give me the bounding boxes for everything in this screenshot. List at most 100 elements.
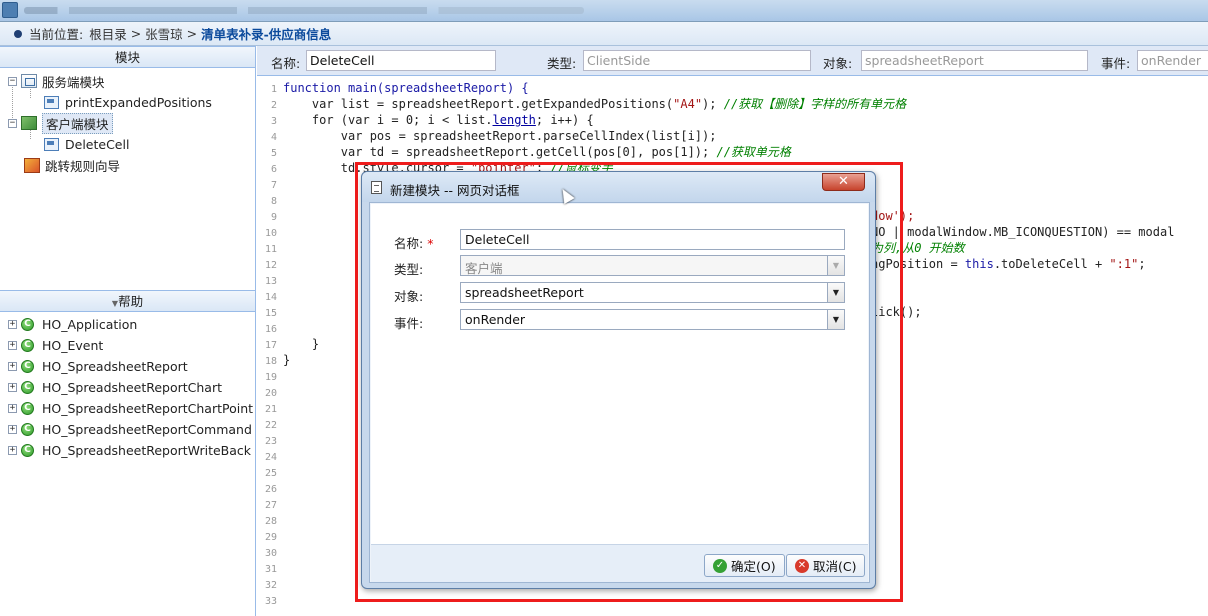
dialog-body: 名称: * DeleteCell 类型: 客户端 ▼ 对象: spreadshee… <box>369 202 870 583</box>
class-icon: C <box>21 444 34 457</box>
help-panel-title[interactable]: ▼帮助 <box>0 290 255 312</box>
dialog-name-label: 名称: * <box>394 236 434 251</box>
code-keyword: this <box>964 257 994 271</box>
code-text: .toDeleteCell + <box>993 257 1110 271</box>
module-tree: − 服务端模块 printExpandedPositions − 客户端模块 D… <box>0 68 255 290</box>
expand-toggle-icon[interactable]: + <box>8 362 17 371</box>
breadcrumb-user[interactable]: 张雪琼 <box>145 24 183 43</box>
expand-toggle-icon[interactable]: + <box>8 383 17 392</box>
collapse-toggle-icon[interactable]: − <box>8 76 17 86</box>
help-item-label: HO_SpreadsheetReportWriteBack <box>42 443 252 458</box>
expand-toggle-icon[interactable]: + <box>8 320 17 329</box>
code-text: } <box>283 337 320 351</box>
expand-toggle-icon[interactable]: + <box>8 404 17 413</box>
tree-node-client-modules[interactable]: − 客户端模块 <box>8 112 113 134</box>
folder-icon <box>21 74 37 88</box>
document-icon <box>371 181 382 194</box>
help-item-ho-spreadsheetreportwriteback[interactable]: + C HO_SpreadsheetReportWriteBack <box>8 440 251 461</box>
class-icon: C <box>21 423 34 436</box>
expand-toggle-icon[interactable]: + <box>8 446 17 455</box>
help-item-ho-spreadsheetreport[interactable]: + C HO_SpreadsheetReport <box>8 356 188 377</box>
wizard-icon <box>24 157 40 173</box>
tree-node-deletecell[interactable]: DeleteCell <box>44 134 129 154</box>
help-item-ho-spreadsheetreportchartpoint[interactable]: + C HO_SpreadsheetReportChartPoint <box>8 398 253 419</box>
code-property: length <box>492 113 536 127</box>
dialog-title: 新建模块 -- 网页对话框 <box>390 183 520 198</box>
module-panel: 模块 − 服务端模块 printExpandedPositions − 客户端模… <box>0 46 256 616</box>
tree-node-server-modules[interactable]: − 服务端模块 <box>8 71 105 91</box>
dialog-type-label: 类型: <box>394 262 424 277</box>
event-input: onRender <box>1137 50 1208 71</box>
collapse-toggle-icon[interactable]: − <box>8 118 17 128</box>
expand-toggle-icon[interactable]: + <box>8 341 17 350</box>
class-icon: C <box>21 402 34 415</box>
tree-node-label: 跳转规则向导 <box>45 158 121 174</box>
line-number: 33 <box>264 596 277 607</box>
breadcrumb-separator: > <box>182 26 202 41</box>
dialog-titlebar[interactable]: 新建模块 -- 网页对话框 ✕ <box>362 172 875 202</box>
class-icon: C <box>21 318 34 331</box>
help-item-ho-event[interactable]: + C HO_Event <box>8 335 103 356</box>
breadcrumb-separator: > <box>126 26 146 41</box>
code-text: ; i++) { <box>535 113 594 127</box>
code-text: ); <box>702 97 724 111</box>
check-icon: ✓ <box>713 558 727 573</box>
dialog-event-select[interactable]: onRender ▼ <box>460 309 845 330</box>
tree-node-label: DeleteCell <box>65 136 130 152</box>
cancel-button[interactable]: ✕ 取消(C) <box>786 554 866 577</box>
code-string: ":1" <box>1109 257 1139 271</box>
cancel-icon: ✕ <box>795 558 809 573</box>
new-module-dialog: 新建模块 -- 网页对话框 ✕ 名称: * DeleteCell 类型: 客户端 … <box>361 171 876 589</box>
dropdown-arrow-icon[interactable]: ▼ <box>827 310 844 329</box>
breadcrumb-current: 清单表补录-供应商信息 <box>201 27 332 42</box>
class-icon: C <box>21 381 34 394</box>
dialog-object-row: 对象: spreadsheetReport ▼ <box>371 282 868 304</box>
dialog-footer: ✓ 确定(O) ✕ 取消(C) <box>371 544 868 582</box>
dialog-form: 名称: * DeleteCell 类型: 客户端 ▼ 对象: spreadshee… <box>371 204 868 544</box>
dialog-event-value: onRender <box>465 312 526 327</box>
tree-node-label: 客户端模块 <box>42 112 113 134</box>
close-button[interactable]: ✕ <box>822 173 865 191</box>
dropdown-arrow-icon[interactable]: ▼ <box>827 283 844 302</box>
help-item-ho-spreadsheetreportcommand[interactable]: + C HO_SpreadsheetReportCommand <box>8 419 252 440</box>
help-item-label: HO_Event <box>42 338 104 353</box>
ok-button[interactable]: ✓ 确定(O) <box>704 554 785 577</box>
help-item-label: HO_SpreadsheetReportChartPoint <box>42 401 254 416</box>
dialog-type-value: 客户端 <box>465 261 503 276</box>
breadcrumb-root[interactable]: 根目录 <box>89 24 127 43</box>
type-label: 类型: <box>547 56 577 71</box>
page-icon <box>44 137 59 151</box>
help-item-ho-application[interactable]: + C HO_Application <box>8 314 137 335</box>
code-string: "A4" <box>673 97 703 111</box>
dialog-object-label: 对象: <box>394 289 424 304</box>
dropdown-arrow-icon: ▼ <box>827 256 844 275</box>
tree-node-label: printExpandedPositions <box>65 94 212 110</box>
tree-node-label: 服务端模块 <box>42 74 105 90</box>
page-icon <box>44 95 59 109</box>
required-marker: * <box>427 236 434 251</box>
code-text: } <box>283 353 291 367</box>
code-line-1: function main(spreadsheetReport) { <box>283 81 529 95</box>
blurred-window-title <box>24 7 584 14</box>
dialog-event-label: 事件: <box>394 316 424 331</box>
dialog-object-select[interactable]: spreadsheetReport ▼ <box>460 282 845 303</box>
cancel-button-label: 取消(C) <box>813 559 857 574</box>
code-comment: //获取单元格 <box>716 145 791 159</box>
code-text: NO | modalWindow.MB_ICONQUESTION) == mod… <box>871 225 1175 239</box>
tree-node-jump-rule-wizard[interactable]: 跳转规则向导 <box>24 155 120 175</box>
dialog-object-value: spreadsheetReport <box>465 285 584 300</box>
expand-toggle-icon[interactable]: + <box>8 425 17 434</box>
app-icon <box>2 2 18 18</box>
code-text: var pos = spreadsheetReport.parseCellInd… <box>283 129 717 143</box>
code-text: var td = spreadsheetReport.getCell(pos[0… <box>283 145 717 159</box>
breadcrumb-label: 当前位置: <box>29 27 84 42</box>
breadcrumb: 当前位置: 根目录 > 张雪琼 > 清单表补录-供应商信息 <box>0 22 1208 46</box>
name-input[interactable]: DeleteCell <box>306 50 496 71</box>
class-icon: C <box>21 360 34 373</box>
help-item-label: HO_Application <box>42 317 138 332</box>
tree-node-printexpandedpositions[interactable]: printExpandedPositions <box>44 92 212 112</box>
module-fields-bar: 名称: DeleteCell 类型: ClientSide 对象: spread… <box>257 46 1208 76</box>
dialog-name-input[interactable]: DeleteCell <box>460 229 845 250</box>
type-input: ClientSide <box>583 50 811 71</box>
help-item-ho-spreadsheetreportchart[interactable]: + C HO_SpreadsheetReportChart <box>8 377 222 398</box>
